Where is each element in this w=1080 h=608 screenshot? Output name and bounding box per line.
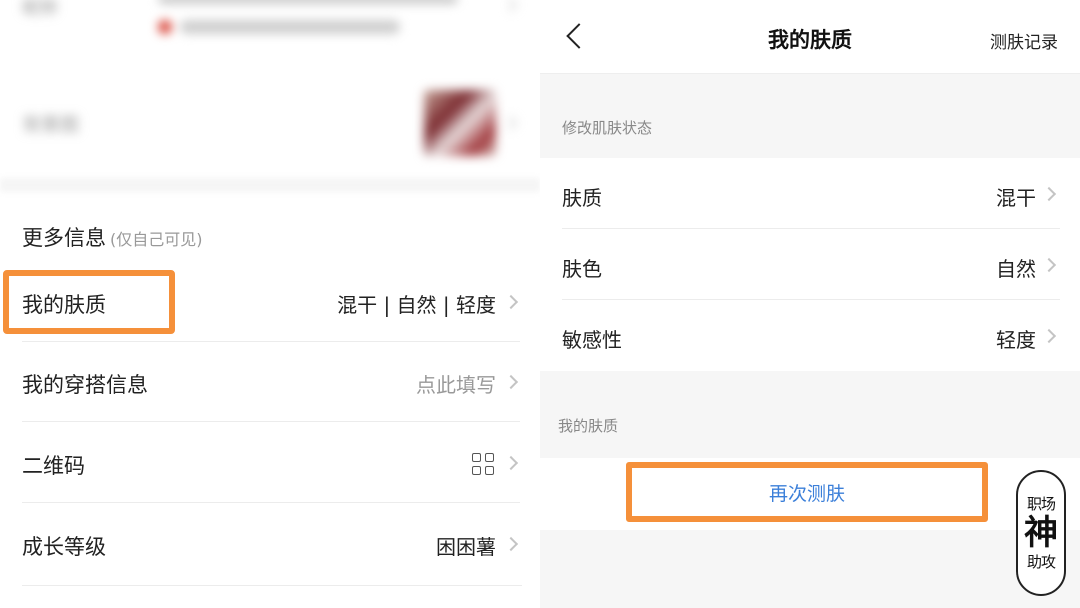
chevron-right-icon bbox=[502, 115, 518, 131]
blurred-text bbox=[180, 20, 400, 34]
watermark-text-middle: 神 bbox=[1024, 513, 1058, 553]
divider bbox=[22, 421, 520, 422]
skin-type-panel: 我的肤质 测肤记录 修改肌肤状态 肤质 混干 肤色 自然 敏感性 轻度 我的肤质… bbox=[540, 0, 1080, 608]
divider bbox=[22, 502, 520, 503]
nickname-row[interactable]: 昵称 bbox=[0, 0, 540, 60]
screen: 昵称 背景图 更多信息 (仅自己可见) 我的肤质 混干 | 自然 | 轻度 我的穿… bbox=[0, 0, 1080, 608]
chevron-right-icon bbox=[502, 0, 518, 13]
skin-test-record-link[interactable]: 测肤记录 bbox=[990, 28, 1058, 53]
blurred-dot bbox=[158, 20, 172, 34]
chevron-right-icon bbox=[503, 536, 519, 552]
my-skin-type-section-label: 我的肤质 bbox=[558, 417, 619, 435]
chevron-right-icon bbox=[1041, 328, 1057, 344]
chevron-right-icon bbox=[503, 294, 519, 310]
watermark-text-top: 职场 bbox=[1026, 495, 1056, 513]
divider bbox=[22, 585, 522, 586]
background-image-row[interactable]: 背景图 bbox=[0, 78, 540, 166]
skin-tone-row[interactable]: 肤色 自然 bbox=[540, 229, 1080, 300]
chevron-right-icon bbox=[503, 374, 519, 390]
chevron-right-icon bbox=[1041, 186, 1057, 202]
sensitivity-value: 轻度 bbox=[996, 328, 1036, 352]
qr-code-icon bbox=[472, 453, 494, 475]
background-image-label: 背景图 bbox=[22, 114, 80, 136]
modify-skin-status-label: 修改肌肤状态 bbox=[562, 119, 653, 137]
skin-status-card: 肤质 混干 肤色 自然 敏感性 轻度 bbox=[540, 158, 1080, 371]
growth-level-row[interactable]: 成长等级 困困薯 bbox=[0, 504, 540, 584]
qr-code-label: 二维码 bbox=[22, 454, 85, 478]
privacy-note: (仅自己可见) bbox=[110, 230, 203, 249]
highlight-box bbox=[3, 270, 175, 334]
retest-area: 再次测肤 bbox=[540, 458, 1080, 530]
skin-type-value: 混干 bbox=[996, 186, 1036, 210]
skin-tone-label: 肤色 bbox=[562, 257, 602, 281]
skin-type-label: 肤质 bbox=[562, 186, 602, 210]
skin-type-row[interactable]: 肤质 混干 bbox=[540, 158, 1080, 229]
watermark-text-bottom: 助攻 bbox=[1026, 553, 1056, 571]
watermark-seal: 职场 神 助攻 bbox=[1016, 470, 1066, 596]
section-separator bbox=[0, 178, 540, 192]
sensitivity-row[interactable]: 敏感性 轻度 bbox=[540, 300, 1080, 371]
nickname-label: 昵称 bbox=[22, 0, 58, 19]
growth-level-label: 成长等级 bbox=[22, 535, 106, 559]
qr-code-row[interactable]: 二维码 bbox=[0, 423, 540, 503]
more-info-heading: 更多信息 (仅自己可见) bbox=[22, 222, 203, 252]
retest-skin-button[interactable]: 再次测肤 bbox=[626, 462, 988, 522]
outfit-info-row[interactable]: 我的穿搭信息 点此填写 bbox=[0, 342, 540, 422]
navigation-bar: 我的肤质 测肤记录 bbox=[540, 0, 1080, 74]
sensitivity-label: 敏感性 bbox=[562, 328, 622, 352]
chevron-right-icon bbox=[503, 455, 519, 471]
profile-edit-panel: 昵称 背景图 更多信息 (仅自己可见) 我的肤质 混干 | 自然 | 轻度 我的穿… bbox=[0, 0, 540, 608]
skin-tone-value: 自然 bbox=[996, 257, 1036, 281]
more-info-title: 更多信息 bbox=[22, 226, 106, 250]
background-thumbnail bbox=[424, 90, 496, 156]
growth-level-value: 困困薯 bbox=[436, 535, 496, 559]
blurred-text bbox=[158, 0, 458, 4]
chevron-right-icon bbox=[1041, 257, 1057, 273]
outfit-info-label: 我的穿搭信息 bbox=[22, 373, 148, 397]
outfit-info-value: 点此填写 bbox=[416, 373, 496, 397]
my-skin-type-value: 混干 | 自然 | 轻度 bbox=[337, 293, 496, 317]
